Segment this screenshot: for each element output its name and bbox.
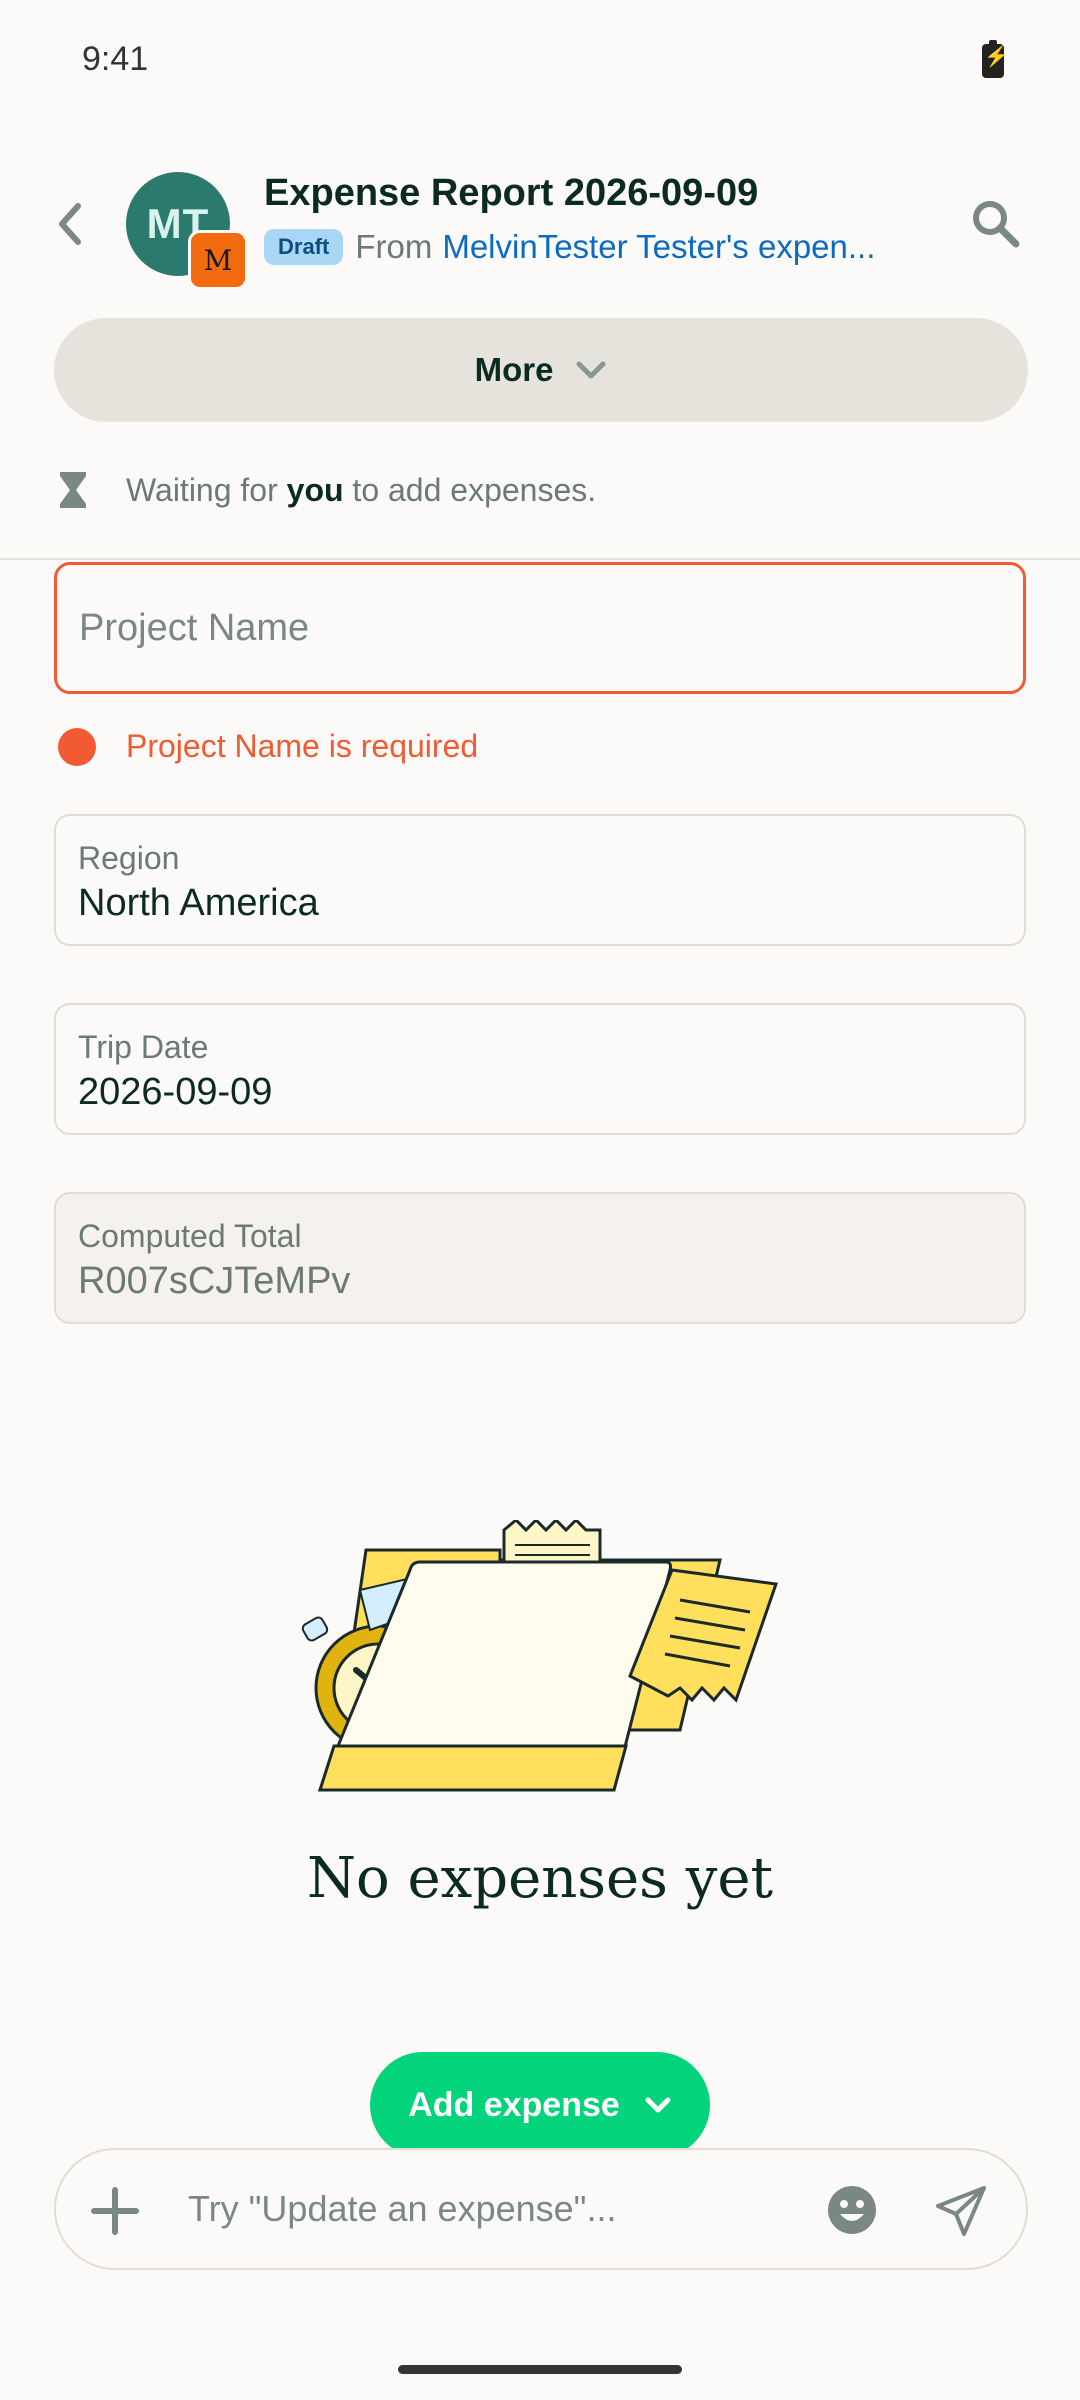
status-badge: Draft — [264, 229, 344, 265]
trip-date-value: 2026-09-09 — [78, 1071, 273, 1113]
divider — [0, 558, 1080, 560]
chevron-down-icon — [576, 361, 606, 379]
trip-date-label: Trip Date — [78, 1029, 209, 1065]
computed-total-label: Computed Total — [78, 1218, 302, 1254]
empty-state-title: No expenses yet — [307, 1846, 773, 1911]
search-icon[interactable] — [968, 196, 1024, 252]
plus-icon[interactable] — [90, 2186, 140, 2236]
project-name-field[interactable]: Project Name — [54, 562, 1026, 694]
report-title: Expense Report 2026-09-09 — [264, 172, 759, 214]
project-name-placeholder: Project Name — [79, 607, 310, 649]
region-label: Region — [78, 840, 180, 876]
home-indicator — [398, 2365, 682, 2374]
add-expense-label: Add expense — [408, 2085, 620, 2124]
trip-date-field[interactable]: Trip Date 2026-09-09 — [54, 1003, 1026, 1135]
computed-total-field: Computed Total R007sCJTeMPv — [54, 1192, 1026, 1324]
region-value: North America — [78, 882, 319, 924]
project-name-error: Project Name is required — [126, 728, 479, 764]
waiting-message: Waiting for you to add expenses. — [126, 472, 597, 508]
chevron-down-icon — [645, 2097, 671, 2113]
back-arrow-icon[interactable] — [50, 196, 90, 252]
empty-folder-illustration — [300, 1517, 780, 1820]
status-time: 9:41 — [82, 40, 149, 78]
battery-icon — [982, 40, 1009, 78]
add-expense-button[interactable]: Add expense — [370, 2052, 710, 2158]
from-prefix: From — [355, 228, 433, 265]
emoji-icon[interactable] — [826, 2184, 878, 2236]
send-icon[interactable] — [934, 2184, 988, 2238]
hourglass-icon — [58, 470, 88, 510]
more-button[interactable]: More — [54, 318, 1028, 422]
from-workspace-link[interactable]: MelvinTester Tester's expen... — [442, 228, 875, 266]
more-button-label: More — [474, 351, 554, 388]
computed-total-value: R007sCJTeMPv — [78, 1260, 351, 1302]
report-subtitle: Draft From MelvinTester Tester's expen..… — [264, 228, 875, 266]
error-dot-icon — [58, 728, 96, 766]
region-field[interactable]: Region North America — [54, 814, 1026, 946]
message-input[interactable] — [188, 2184, 788, 2234]
workspace-avatar-badge: M — [188, 230, 248, 290]
